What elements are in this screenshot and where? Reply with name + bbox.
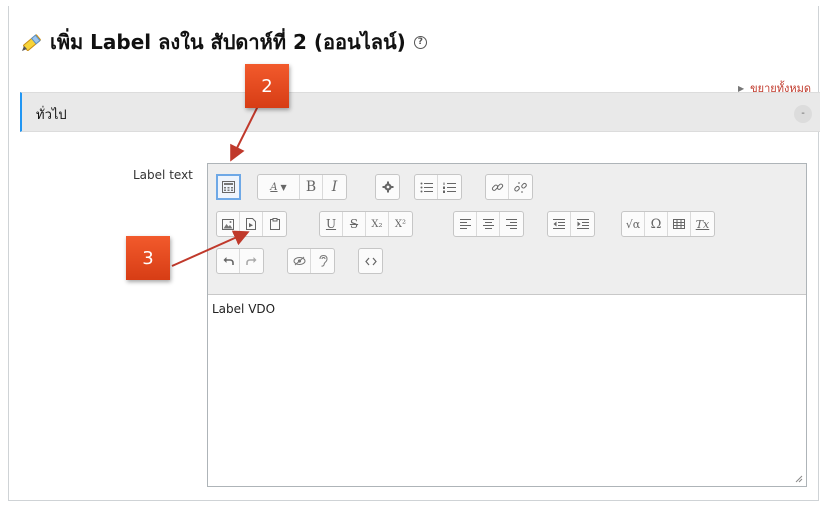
omega-icon: Ω [650, 216, 662, 232]
clear-formatting-icon: Tx [695, 217, 710, 231]
callout-step-2: 2 [245, 64, 289, 108]
align-left-button[interactable] [454, 212, 477, 236]
superscript-button[interactable]: X² [389, 212, 412, 236]
section-header-general[interactable]: ทั่วไป - [20, 92, 820, 132]
align-center-button[interactable] [477, 212, 500, 236]
label-text-caption: Label text [133, 168, 193, 182]
equation-icon: √α [625, 217, 641, 231]
bold-icon: B [305, 179, 317, 195]
eye-slash-icon [293, 256, 305, 266]
align-right-icon [506, 219, 517, 229]
rich-text-editor[interactable]: A ▼ B I U S X₂ X² √α Ω Tx Label VDO [207, 163, 807, 487]
subscript-button[interactable]: X₂ [366, 212, 389, 236]
unlink-button[interactable] [509, 175, 532, 199]
resize-handle-icon[interactable] [795, 475, 803, 483]
toolbar-group-history [216, 248, 264, 274]
file-button[interactable] [263, 212, 286, 236]
code-icon [364, 257, 377, 265]
strikethrough-icon: S [349, 217, 359, 231]
special-character-button[interactable]: Ω [645, 212, 668, 236]
ear-icon [319, 255, 328, 267]
toolbar-group-lists [414, 174, 462, 200]
editor-content[interactable]: Label VDO [212, 302, 275, 316]
media-button[interactable] [240, 212, 263, 236]
link-icon [491, 183, 503, 191]
pencil-icon [22, 34, 41, 51]
outdent-icon [553, 219, 565, 229]
strikethrough-button[interactable]: S [343, 212, 366, 236]
help-icon[interactable]: ? [413, 35, 427, 49]
clipboard-icon [269, 218, 280, 230]
toolbar-group-text: A ▼ B I [257, 174, 347, 200]
redo-icon [246, 257, 257, 265]
toolbar-group-align [453, 211, 524, 237]
collapse-button[interactable]: - [794, 105, 812, 123]
indent-icon [576, 219, 589, 229]
page-title: เพิ่ม Label ลงใน สัปดาห์ที่ 2 (ออนไลน์) … [20, 22, 427, 62]
accessibility-checker-button[interactable] [288, 249, 311, 273]
toolbar-group-settings [375, 174, 400, 200]
align-center-icon [482, 219, 494, 229]
editor-toolbar: A ▼ B I U S X₂ X² √α Ω Tx [208, 164, 806, 295]
unordered-list-button[interactable] [415, 175, 438, 199]
italic-button[interactable]: I [323, 175, 346, 199]
table-icon [673, 219, 685, 229]
toolbar-group-accessibility [287, 248, 335, 274]
toolbar-group-formatting: U S X₂ X² [319, 211, 413, 237]
indent-button[interactable] [571, 212, 594, 236]
image-button[interactable] [217, 212, 240, 236]
page-title-text: เพิ่ม Label ลงใน สัปดาห์ที่ 2 (ออนไลน์) [50, 30, 406, 54]
callout-step-3: 3 [126, 236, 170, 280]
toolbar-toggle-button[interactable] [216, 174, 241, 200]
toolbar-group-indent [547, 211, 595, 237]
html-source-button[interactable] [359, 249, 382, 273]
image-icon [222, 218, 234, 230]
chevron-down-icon: ▼ [280, 182, 287, 192]
media-icon [246, 218, 256, 230]
font-style-button[interactable]: A ▼ [258, 175, 300, 199]
underline-icon: U [325, 217, 337, 231]
toolbar-group-toggle [216, 174, 241, 200]
toolbar-group-insert: √α Ω Tx [621, 211, 715, 237]
align-right-button[interactable] [500, 212, 523, 236]
equation-button[interactable]: √α [622, 212, 645, 236]
toolbar-toggle-icon [222, 181, 235, 193]
superscript-icon: X² [394, 218, 407, 230]
redo-button[interactable] [240, 249, 263, 273]
subscript-icon: X₂ [371, 218, 383, 230]
gear-icon [382, 181, 393, 193]
screen-reader-helper-button[interactable] [311, 249, 334, 273]
table-button[interactable] [668, 212, 691, 236]
toolbar-group-media [216, 211, 287, 237]
link-button[interactable] [486, 175, 509, 199]
align-left-icon [459, 219, 471, 229]
numbered-list-icon [443, 182, 456, 193]
bold-button[interactable]: B [300, 175, 323, 199]
outdent-button[interactable] [548, 212, 571, 236]
italic-icon: I [331, 179, 338, 195]
undo-icon [223, 257, 234, 265]
section-title: ทั่วไป [36, 108, 67, 123]
undo-button[interactable] [217, 249, 240, 273]
toolbar-group-links [485, 174, 533, 200]
font-style-icon: A [270, 181, 278, 193]
settings-button[interactable] [376, 175, 399, 199]
underline-button[interactable]: U [320, 212, 343, 236]
bullet-list-icon [420, 182, 433, 192]
ordered-list-button[interactable] [438, 175, 461, 199]
unlink-icon [514, 181, 527, 193]
clear-formatting-button[interactable]: Tx [691, 212, 714, 236]
toolbar-group-source [358, 248, 383, 274]
